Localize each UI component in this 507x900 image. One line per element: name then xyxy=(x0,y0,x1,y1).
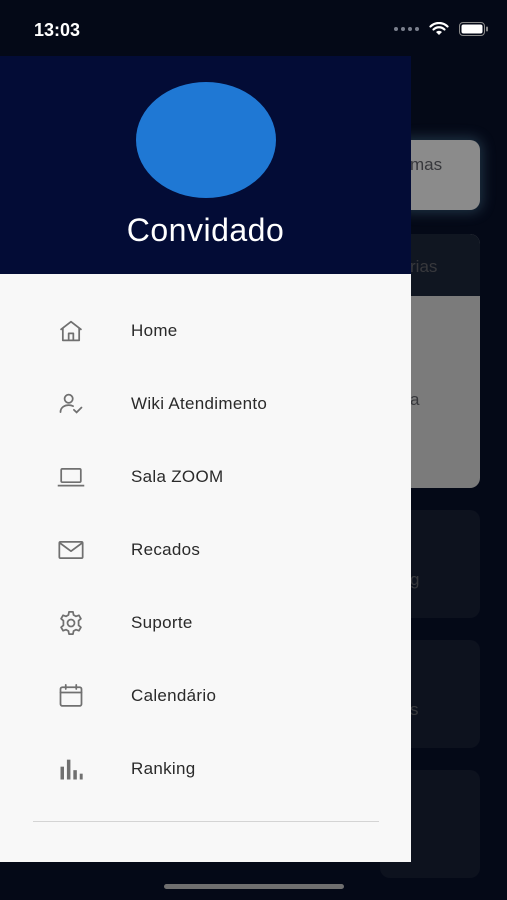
menu-label: Sala ZOOM xyxy=(131,466,224,486)
menu-divider xyxy=(33,821,379,822)
menu-item-calendario[interactable]: Calendário xyxy=(0,659,411,732)
drawer-header: Convidado xyxy=(0,56,411,274)
menu-label: Wiki Atendimento xyxy=(131,393,268,413)
mail-icon xyxy=(56,535,86,565)
menu-item-home[interactable]: Home xyxy=(0,294,411,367)
menu-label: Recados xyxy=(131,539,201,559)
menu-label: Ranking xyxy=(131,758,196,778)
menu-label: Calendário xyxy=(131,685,217,705)
gear-icon xyxy=(56,608,86,638)
menu-item-suporte[interactable]: Suporte xyxy=(0,586,411,659)
menu-item-wiki-atendimento[interactable]: Wiki Atendimento xyxy=(0,367,411,440)
navigation-drawer: Convidado Home Wiki Atendimento Sala ZOO… xyxy=(0,56,411,862)
laptop-icon xyxy=(56,462,86,492)
home-indicator[interactable] xyxy=(164,884,344,889)
avatar[interactable] xyxy=(136,82,276,198)
menu-label: Home xyxy=(131,320,178,340)
signal-icon xyxy=(394,27,419,31)
menu-item-recados[interactable]: Recados xyxy=(0,513,411,586)
menu-item-ranking[interactable]: Ranking xyxy=(0,732,411,805)
battery-icon xyxy=(459,22,488,36)
status-icons xyxy=(394,22,489,36)
wifi-icon xyxy=(429,22,449,35)
calendar-icon xyxy=(56,681,86,711)
drawer-menu: Home Wiki Atendimento Sala ZOOM Recados … xyxy=(0,274,411,805)
user-name: Convidado xyxy=(126,212,285,248)
menu-label: Suporte xyxy=(131,612,193,632)
bar-chart-icon xyxy=(56,754,86,784)
status-time: 13:03 xyxy=(34,20,81,40)
status-bar: 13:03 xyxy=(0,0,507,56)
menu-item-sala-zoom[interactable]: Sala ZOOM xyxy=(0,440,411,513)
user-check-icon xyxy=(56,389,86,419)
home-icon xyxy=(56,316,86,346)
